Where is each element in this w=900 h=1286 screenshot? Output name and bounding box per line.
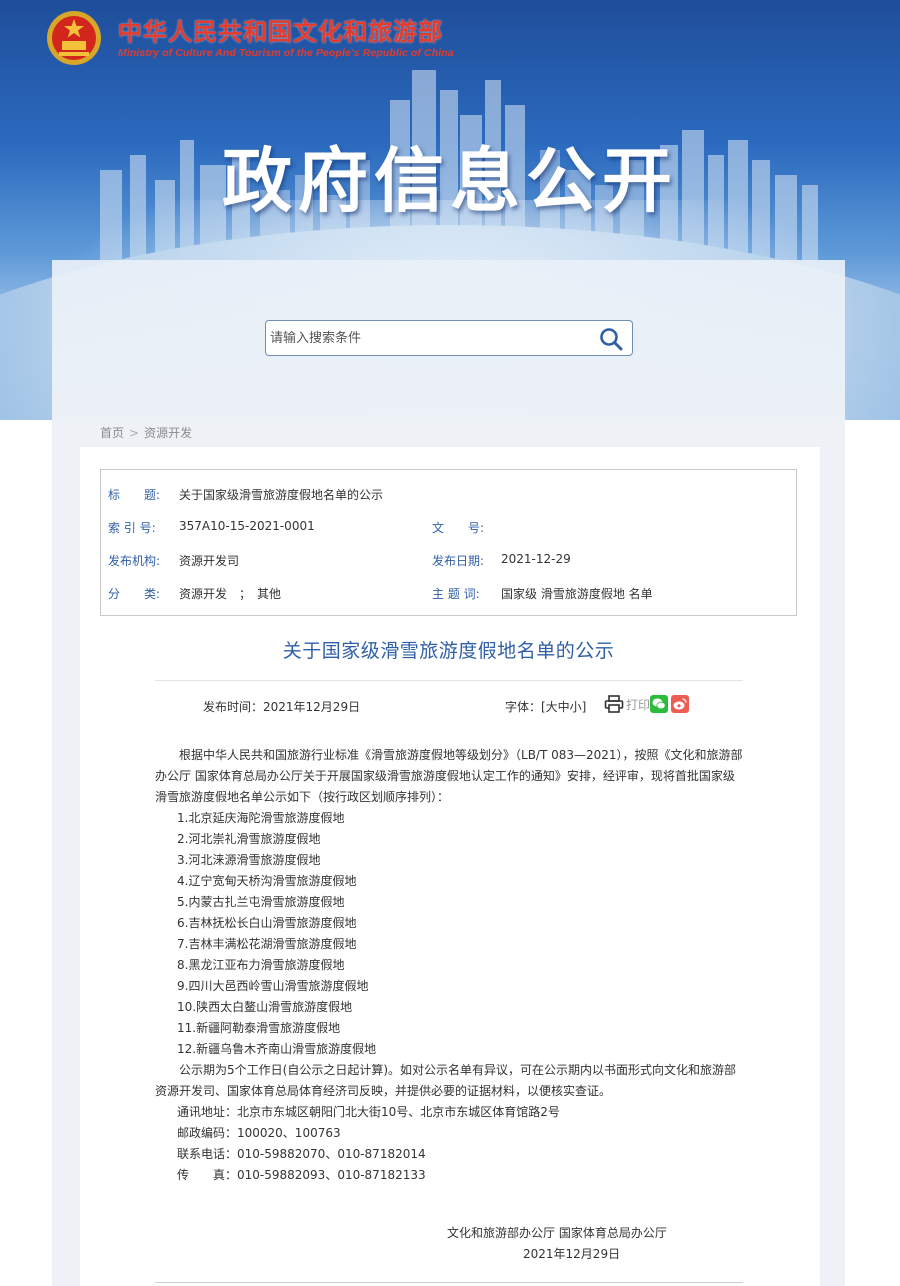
list-item: 7.吉林丰满松花湖滑雪旅游度假地 bbox=[177, 937, 357, 951]
contact-address: 通讯地址：北京市东城区朝阳门北大街10号、北京市东城区体育馆路2号 bbox=[177, 1105, 560, 1119]
article-notice: 公示期为5个工作日(自公示之日起计算)。如对公示名单有异议，可在公示期内以书面形… bbox=[155, 1063, 737, 1098]
breadcrumb-current[interactable]: 资源开发 bbox=[144, 426, 192, 440]
list-item: 2.河北崇礼滑雪旅游度假地 bbox=[177, 832, 321, 846]
site-name-english: Ministry of Culture And Tourism of the P… bbox=[118, 47, 454, 59]
meta-title-label: 标 题: bbox=[108, 488, 161, 502]
meta-date-label: 发布日期: bbox=[432, 554, 485, 568]
meta-category-value: 资源开发 ； 其他 bbox=[179, 587, 282, 601]
meta-title-value: 关于国家级滑雪旅游度假地名单的公示 bbox=[179, 488, 384, 502]
weibo-share-icon[interactable] bbox=[671, 695, 689, 713]
article-signature: 文化和旅游部办公厅 国家体育总局办公厅 bbox=[447, 1226, 667, 1240]
banner-title: 政府信息公开 bbox=[222, 140, 678, 222]
meta-doc-no-label: 文 号: bbox=[432, 521, 485, 535]
list-item: 8.黑龙江亚布力滑雪旅游度假地 bbox=[177, 958, 345, 972]
list-item: 10.陕西太白鳌山滑雪旅游度假地 bbox=[177, 1000, 353, 1014]
meta-topic-label: 主 题 词: bbox=[432, 587, 480, 601]
search-box bbox=[265, 320, 633, 356]
title-divider bbox=[155, 680, 743, 681]
meta-row-index: 索 引 号: 357A10-15-2021-0001 文 号: bbox=[101, 519, 796, 539]
print-button[interactable]: 打印 bbox=[604, 694, 650, 714]
wechat-share-icon[interactable] bbox=[650, 695, 668, 713]
print-label: 打印 bbox=[626, 697, 651, 712]
meta-issuer-label: 发布机构: bbox=[108, 554, 161, 568]
printer-icon bbox=[604, 695, 624, 713]
site-name: 中华人民共和国文化和旅游部 bbox=[118, 18, 443, 46]
meta-date-value: 2021-12-29 bbox=[501, 552, 571, 566]
meta-index-label: 索 引 号: bbox=[108, 521, 156, 535]
meta-category-label: 分 类: bbox=[108, 587, 161, 601]
list-item: 4.辽宁宽甸天桥沟滑雪旅游度假地 bbox=[177, 874, 357, 888]
meta-row-issuer: 发布机构: 资源开发司 发布日期: 2021-12-29 bbox=[101, 552, 796, 572]
font-size-selector[interactable]: 字体：[大中小] bbox=[505, 698, 586, 715]
article-intro: 根据中华人民共和国旅游行业标准《滑雪旅游度假地等级划分》（LB/T 083—20… bbox=[155, 748, 743, 804]
article-sign-date: 2021年12月29日 bbox=[523, 1247, 621, 1261]
meta-index-value: 357A10-15-2021-0001 bbox=[179, 519, 315, 533]
list-item: 12.新疆乌鲁木齐南山滑雪旅游度假地 bbox=[177, 1042, 377, 1056]
list-item: 1.北京延庆海陀滑雪旅游度假地 bbox=[177, 811, 345, 825]
list-item: 9.四川大邑西岭雪山滑雪旅游度假地 bbox=[177, 979, 369, 993]
meta-table: 标 题: 关于国家级滑雪旅游度假地名单的公示 索 引 号: 357A10-15-… bbox=[100, 469, 797, 616]
contact-phone: 联系电话：010-59882070、010-87182014 bbox=[177, 1147, 426, 1161]
breadcrumb: 首页 > 资源开发 bbox=[100, 424, 192, 441]
article-title: 关于国家级滑雪旅游度假地名单的公示 bbox=[282, 640, 615, 662]
chevron-right-icon: > bbox=[129, 425, 140, 440]
meta-issuer-value: 资源开发司 bbox=[179, 554, 240, 568]
bottom-divider bbox=[155, 1282, 743, 1283]
list-item: 5.内蒙古扎兰屯滑雪旅游度假地 bbox=[177, 895, 345, 909]
contact-postcode: 邮政编码：100020、100763 bbox=[177, 1126, 341, 1140]
contact-fax: 传 真：010-59882093、010-87182133 bbox=[177, 1168, 426, 1182]
article-body: 根据中华人民共和国旅游行业标准《滑雪旅游度假地等级划分》（LB/T 083—20… bbox=[155, 745, 743, 1186]
list-item: 11.新疆阿勒泰滑雪旅游度假地 bbox=[177, 1021, 341, 1035]
search-input[interactable] bbox=[268, 323, 588, 353]
search-icon[interactable] bbox=[598, 326, 624, 352]
breadcrumb-home[interactable]: 首页 bbox=[100, 426, 124, 440]
list-item: 3.河北涞源滑雪旅游度假地 bbox=[177, 853, 321, 867]
meta-row-title: 标 题: 关于国家级滑雪旅游度假地名单的公示 bbox=[101, 486, 796, 506]
national-emblem-logo bbox=[47, 11, 101, 65]
publish-time: 发布时间：2021年12月29日 bbox=[203, 700, 361, 714]
meta-topic-value: 国家级 滑雪旅游度假地 名单 bbox=[501, 587, 653, 601]
meta-row-category: 分 类: 资源开发 ； 其他 主 题 词: 国家级 滑雪旅游度假地 名单 bbox=[101, 585, 796, 605]
list-item: 6.吉林抚松长白山滑雪旅游度假地 bbox=[177, 916, 357, 930]
